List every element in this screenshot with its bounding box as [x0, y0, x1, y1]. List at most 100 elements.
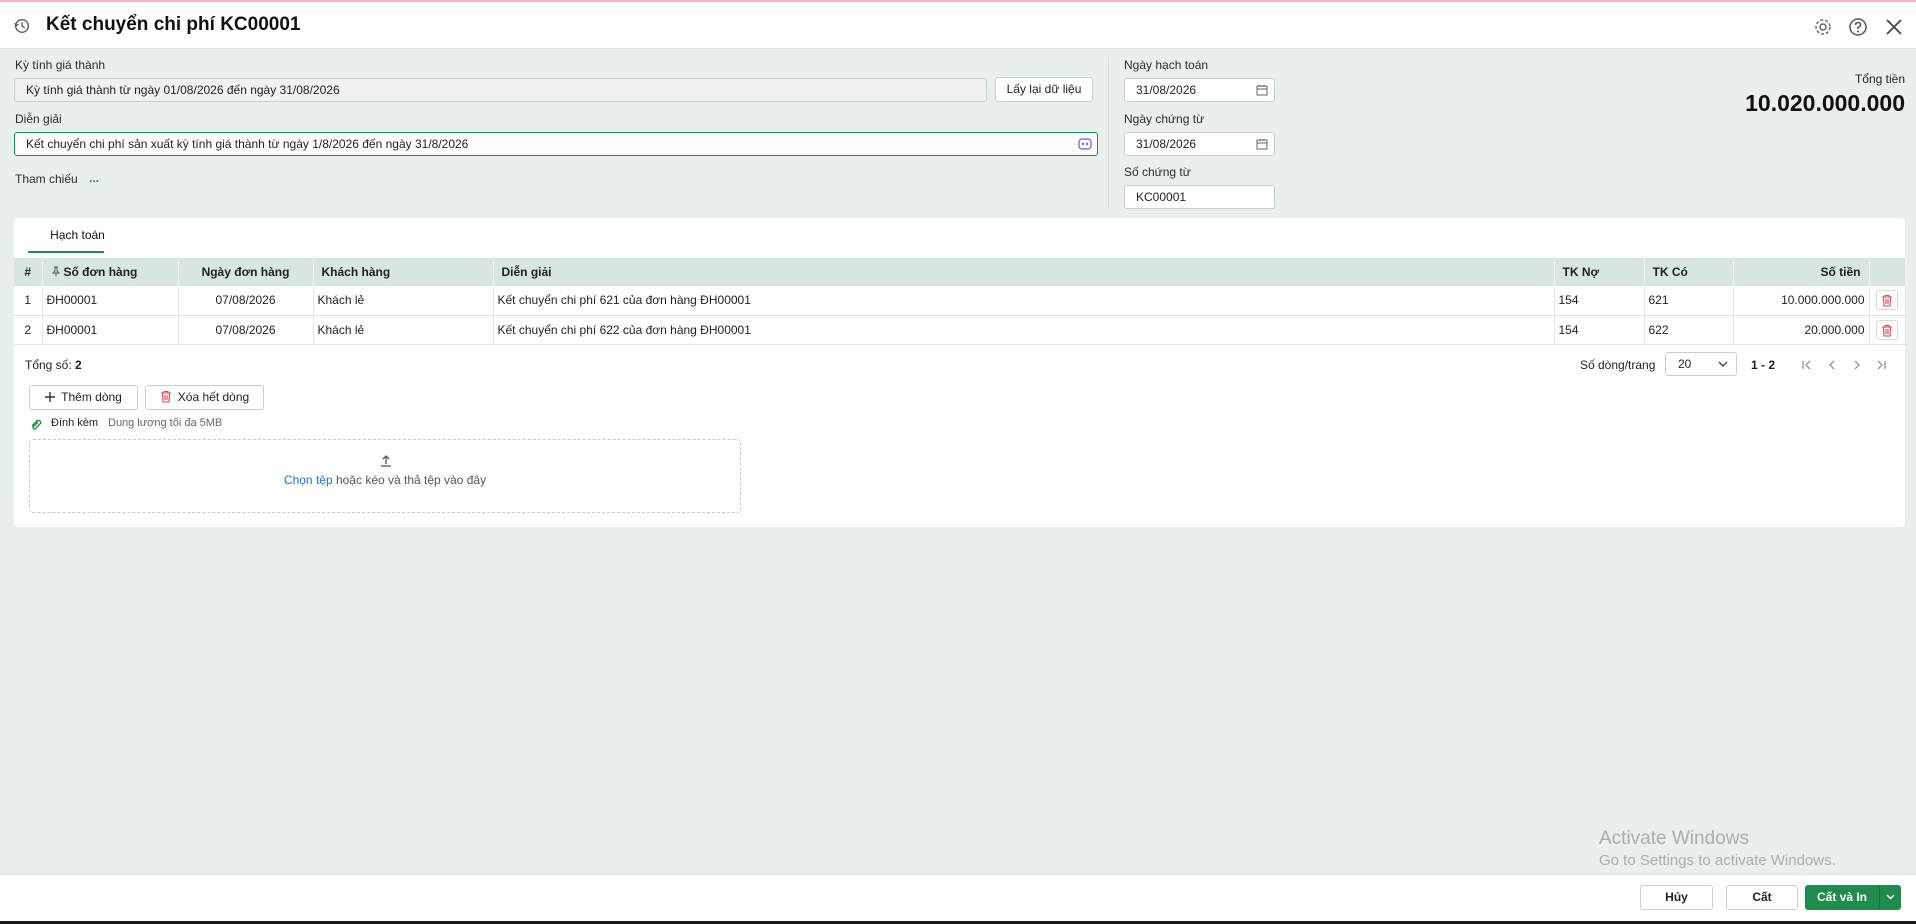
add-row-label: Thêm dòng	[61, 390, 122, 404]
close-icon[interactable]	[1884, 17, 1904, 37]
dien-giai-input[interactable]: Kết chuyển chi phí sản xuất kỳ tính giá …	[14, 132, 1098, 156]
table-row[interactable]: 1 ĐH00001 07/08/2026 Khách lẻ Kết chuyển…	[14, 286, 1906, 316]
cell-actions	[1869, 315, 1906, 345]
ngay-chung-tu-value: 31/08/2026	[1136, 137, 1197, 151]
settings-icon[interactable]	[1813, 17, 1833, 37]
detail-card: Hạch toán # Số đơn hàng Ngày đơn hàng Kh…	[14, 218, 1906, 527]
row-count: Tổng số: 2	[25, 358, 82, 372]
save-button[interactable]: Cất	[1726, 885, 1798, 910]
col-header-index: #	[14, 258, 43, 286]
ngay-chung-tu-input[interactable]: 31/08/2026	[1124, 132, 1275, 156]
ngay-hach-toan-value: 31/08/2026	[1136, 83, 1197, 97]
cell-khach-hang[interactable]: Khách lẻ	[313, 286, 494, 316]
row-count-value: 2	[75, 358, 82, 372]
tab-active-indicator	[28, 251, 104, 253]
cell-so-don-hang[interactable]: ĐH00001	[42, 286, 179, 316]
drop-zone-text: Chọn tệp hoặc kéo và thả tệp vào đây	[30, 473, 740, 487]
paperclip-icon	[31, 419, 42, 430]
trash-icon	[1882, 324, 1892, 337]
cell-khach-hang[interactable]: Khách lẻ	[313, 315, 494, 345]
cell-actions	[1869, 286, 1906, 316]
ky-tinh-gia-thanh-field[interactable]: Kỳ tính giá thành từ ngày 01/08/2026 đến…	[14, 78, 987, 102]
cell-tk-co[interactable]: 622	[1644, 315, 1734, 345]
attachment-hint: Dung lượng tối đa 5MB	[108, 417, 223, 429]
ky-tinh-gia-thanh-label: Kỳ tính giá thành	[15, 58, 106, 72]
attachment-label: Đính kèm	[51, 417, 99, 429]
tham-chieu-link[interactable]: ...	[89, 171, 99, 185]
col-header-dien-giai[interactable]: Diễn giải	[493, 258, 1555, 286]
action-bar: Hủy Cất Cất và In	[0, 874, 1916, 921]
cell-ngay-don-hang[interactable]: 07/08/2026	[178, 286, 314, 316]
add-row-button[interactable]: Thêm dòng	[29, 385, 138, 410]
cell-tk-co[interactable]: 621	[1644, 286, 1734, 316]
drop-zone-hint: hoặc kéo và thả tệp vào đây	[332, 473, 487, 487]
form-divider	[1108, 57, 1109, 209]
dien-giai-label: Diễn giải	[15, 112, 62, 126]
cell-dien-giai[interactable]: Kết chuyển chi phí 621 của đơn hàng ĐH00…	[493, 286, 1555, 316]
cell-dien-giai[interactable]: Kết chuyển chi phí 622 của đơn hàng ĐH00…	[493, 315, 1555, 345]
cell-ngay-don-hang[interactable]: 07/08/2026	[178, 315, 314, 345]
total-label: Tổng tiền	[1854, 72, 1905, 86]
pin-icon[interactable]	[51, 266, 61, 277]
ngay-hach-toan-input[interactable]: 31/08/2026	[1124, 78, 1275, 102]
col-header-actions	[1869, 258, 1906, 286]
calendar-icon[interactable]	[1256, 138, 1268, 150]
rows-per-page-value: 20	[1678, 357, 1692, 371]
page-range: 1 - 2	[1751, 358, 1776, 372]
history-icon[interactable]	[13, 17, 31, 35]
save-options-dropdown[interactable]	[1879, 885, 1901, 910]
cell-tk-no[interactable]: 154	[1554, 315, 1645, 345]
dien-giai-value: Kết chuyển chi phí sản xuất kỳ tính giá …	[26, 137, 469, 151]
col-header-tk-no[interactable]: TK Nợ	[1554, 258, 1645, 286]
total-amount: 10.020.000.000	[1745, 90, 1905, 116]
chevron-down-icon	[1886, 894, 1894, 900]
ai-assist-icon[interactable]	[1078, 137, 1092, 151]
col-header-so-don-hang-label: Số đơn hàng	[63, 265, 138, 279]
rows-per-page-select[interactable]: 20	[1665, 352, 1737, 376]
save-and-print-button[interactable]: Cất và In	[1805, 885, 1879, 910]
page-title: Kết chuyển chi phí KC00001	[46, 14, 301, 35]
trash-icon	[160, 390, 171, 403]
delete-row-button[interactable]	[1876, 290, 1898, 311]
windows-activation-hint: Go to Settings to activate Windows.	[1599, 852, 1836, 869]
so-chung-tu-label: Số chứng từ	[1124, 165, 1191, 179]
next-page-icon[interactable]	[1852, 360, 1862, 370]
last-page-icon[interactable]	[1875, 360, 1887, 370]
first-page-icon[interactable]	[1801, 360, 1813, 370]
table-row[interactable]: 2 ĐH00001 07/08/2026 Khách lẻ Kết chuyển…	[14, 315, 1906, 345]
col-header-ngay-don-hang[interactable]: Ngày đơn hàng	[178, 258, 314, 286]
delete-all-rows-button[interactable]: Xóa hết dòng	[145, 385, 264, 410]
col-header-so-don-hang[interactable]: Số đơn hàng	[42, 258, 179, 286]
windows-activation-title: Activate Windows	[1599, 828, 1749, 849]
col-header-so-tien[interactable]: Số tiền	[1733, 258, 1870, 286]
file-drop-zone[interactable]: Chọn tệp hoặc kéo và thả tệp vào đây	[29, 439, 741, 513]
cancel-button[interactable]: Hủy	[1640, 885, 1713, 910]
col-header-tk-co[interactable]: TK Có	[1644, 258, 1734, 286]
cell-index: 2	[14, 315, 43, 345]
accounting-table: # Số đơn hàng Ngày đơn hàng Khách hàng D…	[14, 258, 1906, 345]
help-icon[interactable]	[1848, 17, 1868, 37]
choose-file-link[interactable]: Chọn tệp	[284, 473, 333, 487]
chevron-down-icon	[1718, 361, 1728, 367]
calendar-icon[interactable]	[1256, 84, 1268, 96]
cell-index: 1	[14, 286, 43, 316]
trash-icon	[1882, 295, 1892, 307]
cell-so-don-hang[interactable]: ĐH00001	[42, 315, 179, 345]
delete-row-button[interactable]	[1876, 319, 1898, 340]
page-header: Kết chuyển chi phí KC00001	[0, 2, 1916, 49]
cell-tk-no[interactable]: 154	[1554, 286, 1645, 316]
upload-icon	[381, 455, 391, 467]
ngay-hach-toan-label: Ngày hạch toán	[1124, 58, 1209, 72]
cell-so-tien[interactable]: 10.000.000.000	[1733, 286, 1870, 316]
rows-per-page-label: Số dòng/trang	[1580, 358, 1656, 372]
cell-so-tien[interactable]: 20.000.000	[1733, 315, 1870, 345]
tab-hach-toan[interactable]: Hạch toán	[40, 228, 115, 252]
row-count-label: Tổng số:	[25, 358, 72, 372]
so-chung-tu-input[interactable]: KC00001	[1124, 185, 1275, 209]
prev-page-icon[interactable]	[1827, 360, 1837, 370]
reload-data-button[interactable]: Lấy lại dữ liệu	[995, 77, 1093, 102]
plus-icon	[45, 392, 56, 402]
tham-chieu-label: Tham chiếu	[15, 172, 78, 186]
col-header-khach-hang[interactable]: Khách hàng	[313, 258, 494, 286]
ngay-chung-tu-label: Ngày chứng từ	[1124, 112, 1205, 126]
